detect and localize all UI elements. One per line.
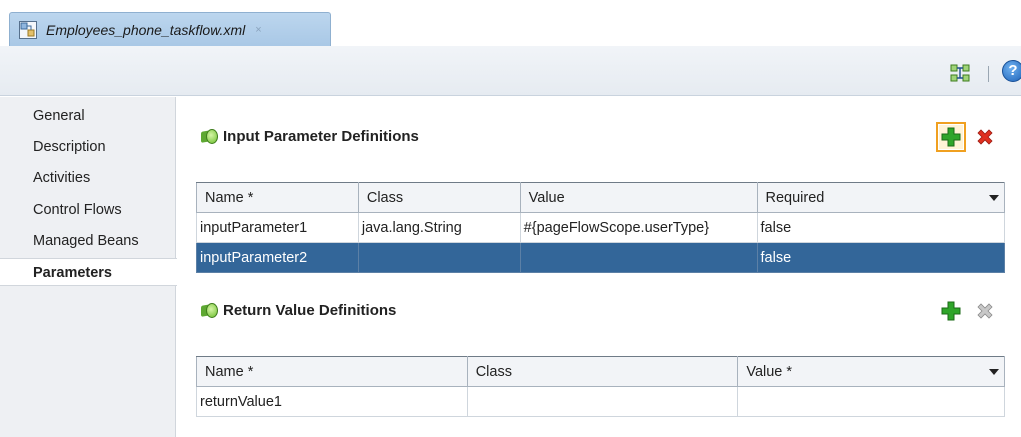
editor-tab[interactable]: Employees_phone_taskflow.xml × <box>9 12 331 46</box>
sidebar-item-description[interactable]: Description <box>33 139 106 155</box>
input-parameters-heading: Input Parameter Definitions <box>201 128 419 145</box>
cell-value[interactable] <box>519 242 758 273</box>
taskflow-file-icon <box>18 20 38 40</box>
return-values-title: Return Value Definitions <box>223 302 397 319</box>
cell-name[interactable]: returnValue1 <box>196 386 468 417</box>
column-dropdown-icon[interactable] <box>989 195 999 201</box>
delete-icon <box>977 129 993 145</box>
parameter-definitions-icon <box>201 129 218 144</box>
column-header-value-label: Value * <box>746 363 793 380</box>
table-row[interactable]: returnValue1 <box>196 386 1005 417</box>
delete-return-value-button[interactable] <box>973 299 997 323</box>
cell-name[interactable]: inputParameter2 <box>196 242 359 273</box>
add-return-value-button[interactable] <box>939 299 963 323</box>
column-header-class[interactable]: Class <box>466 356 739 387</box>
overview-icon[interactable] <box>950 63 972 83</box>
column-header-required-label: Required <box>765 189 825 206</box>
add-icon <box>941 127 961 147</box>
sidebar-item-general[interactable]: General <box>33 108 85 124</box>
column-header-class[interactable]: Class <box>357 182 521 213</box>
column-header-required[interactable]: Required <box>756 182 1005 213</box>
parameters-panel: Input Parameter Definitions Name * Class… <box>177 97 1021 437</box>
cell-required[interactable]: false <box>756 212 1005 243</box>
editor-tab-strip: Employees_phone_taskflow.xml × <box>0 0 1021 46</box>
cell-value[interactable]: #{pageFlowScope.userType} <box>519 212 758 243</box>
cell-class[interactable] <box>357 242 521 273</box>
table-header-row: Name * Class Value Required <box>196 182 1005 213</box>
column-dropdown-icon[interactable] <box>989 369 999 375</box>
add-input-parameter-button[interactable] <box>936 122 966 152</box>
sidebar-nav: General Description Activities Control F… <box>0 97 177 437</box>
editor-toolbar: ? <box>0 46 1021 96</box>
sidebar-item-managed-beans[interactable]: Managed Beans <box>33 233 139 249</box>
tab-title: Employees_phone_taskflow.xml <box>46 21 246 38</box>
column-header-value[interactable]: Value <box>519 182 758 213</box>
return-values-heading: Return Value Definitions <box>201 302 396 319</box>
column-header-value[interactable]: Value * <box>737 356 1005 387</box>
table-header-row: Name * Class Value * <box>196 356 1005 387</box>
input-parameters-title: Input Parameter Definitions <box>223 128 419 145</box>
cell-class[interactable] <box>466 386 739 417</box>
cell-class[interactable]: java.lang.String <box>357 212 521 243</box>
tab-close-icon[interactable]: × <box>255 24 261 36</box>
return-definitions-icon <box>201 303 218 318</box>
delete-input-parameter-button[interactable] <box>973 125 997 149</box>
column-header-name[interactable]: Name * <box>196 356 468 387</box>
cell-name[interactable]: inputParameter1 <box>196 212 359 243</box>
delete-icon-disabled <box>977 303 993 319</box>
table-row[interactable]: inputParameter1 java.lang.String #{pageF… <box>196 212 1005 243</box>
sidebar-item-parameters[interactable]: Parameters <box>0 258 177 286</box>
table-row-selected[interactable]: inputParameter2 false <box>196 242 1005 273</box>
toolbar-separator <box>988 66 989 82</box>
input-parameters-table: Name * Class Value Required inputParamet… <box>196 182 1005 273</box>
column-header-name[interactable]: Name * <box>196 182 359 213</box>
sidebar-item-activities[interactable]: Activities <box>33 170 90 186</box>
cell-value[interactable] <box>737 386 1005 417</box>
return-values-table: Name * Class Value * returnValue1 <box>196 356 1005 417</box>
add-icon <box>941 301 961 321</box>
help-icon[interactable]: ? <box>1002 60 1021 82</box>
cell-required[interactable]: false <box>756 242 1005 273</box>
sidebar-item-control-flows[interactable]: Control Flows <box>33 202 122 218</box>
